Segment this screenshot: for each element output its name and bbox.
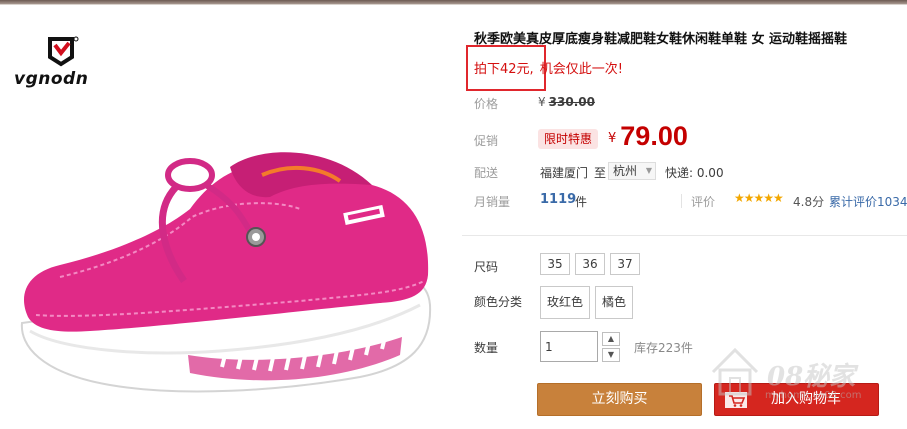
house-icon <box>711 347 759 396</box>
price-label: 价格 <box>474 97 499 111</box>
color-option-rose-red[interactable]: 玫红色 <box>540 286 590 319</box>
product-image[interactable]: vgnodn <box>0 5 462 429</box>
promo-part2: 机会仅此一次! <box>539 62 623 77</box>
color-label: 颜色分类 <box>474 295 523 309</box>
watermark: 08秘家 myhome.vo08.com <box>705 340 895 410</box>
watermark-url: myhome.vo08.com <box>765 390 862 401</box>
divider <box>681 194 682 208</box>
monthly-sales-label: 月销量 <box>474 195 511 209</box>
watermark-text: 08秘家 <box>767 362 856 392</box>
rating-score: 4.8分 <box>793 195 825 209</box>
ship-from: 福建厦门 <box>540 166 589 180</box>
city-select-value: 杭州 <box>613 164 638 178</box>
color-option-orange[interactable]: 橘色 <box>595 286 633 319</box>
size-option-37[interactable]: 37 <box>610 253 640 275</box>
promotion-label: 促销 <box>474 134 499 148</box>
quantity-increase-icon[interactable]: ▲ <box>602 332 620 346</box>
sale-price-value: 79.00 <box>620 121 688 151</box>
quantity-decrease-icon[interactable]: ▼ <box>602 348 620 362</box>
quantity-label: 数量 <box>474 341 499 355</box>
promo-text: 拍下42元, 机会仅此一次! <box>474 58 623 77</box>
currency-symbol: ¥ <box>538 95 546 109</box>
shipping-label: 配送 <box>474 166 499 180</box>
stock-count: 库存223件 <box>634 341 693 355</box>
original-price: ¥330.00 <box>538 95 595 109</box>
section-divider <box>462 235 907 236</box>
shoe-illustration <box>20 152 432 393</box>
review-count-link[interactable]: 累计评价1034 <box>829 193 907 210</box>
monthly-sales-count: 1119 <box>540 192 577 207</box>
sale-currency-symbol: ¥ <box>608 131 617 146</box>
brand-logo: vgnodn <box>14 35 114 95</box>
rating-label: 评价 <box>691 195 716 209</box>
ship-to-word: 至 <box>594 166 607 180</box>
express-fee: 快递: 0.00 <box>665 166 724 180</box>
sale-price: ¥79.00 <box>608 121 688 152</box>
size-label: 尺码 <box>474 260 499 274</box>
size-option-35[interactable]: 35 <box>540 253 570 275</box>
monthly-sales-unit: 件 <box>575 195 588 209</box>
buy-now-button[interactable]: 立刻购买 <box>537 383 702 416</box>
city-select[interactable]: 杭州 ▼ <box>608 162 656 180</box>
size-option-36[interactable]: 36 <box>575 253 605 275</box>
quantity-input[interactable] <box>540 331 598 362</box>
limited-offer-badge: 限时特惠 <box>538 129 599 149</box>
rating-stars-icon: ★★★★★ <box>734 191 784 205</box>
original-price-value: 330.00 <box>548 95 595 109</box>
chevron-down-icon: ▼ <box>645 166 652 175</box>
brand-name: vgnodn <box>14 69 89 89</box>
promo-part1: 拍下42元, <box>474 62 534 77</box>
brand-mark-icon <box>48 36 79 67</box>
